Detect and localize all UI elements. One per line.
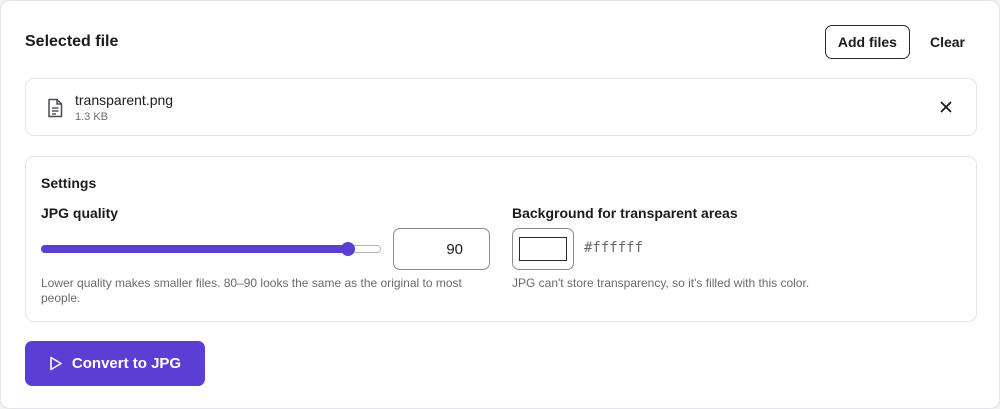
quality-slider[interactable]: [41, 242, 381, 256]
document-icon: [46, 98, 64, 118]
file-card: transparent.png 1.3 KB: [25, 78, 977, 136]
add-files-button[interactable]: Add files: [824, 25, 910, 59]
quality-slider-fill: [41, 245, 348, 253]
background-color-label: Background for transparent areas: [512, 205, 738, 221]
settings-card: Settings JPG quality Lower quality makes…: [25, 156, 977, 322]
page-title: Selected file: [25, 33, 119, 50]
jpg-quality-label: JPG quality: [41, 205, 119, 221]
quality-slider-thumb[interactable]: [341, 242, 355, 256]
file-size: 1.3 KB: [75, 111, 109, 123]
background-help-text: JPG can't store transparency, so it's fi…: [512, 276, 810, 290]
clear-button[interactable]: Clear: [920, 25, 975, 59]
play-icon: [50, 356, 62, 371]
quality-help-text: Lower quality makes smaller files. 80–90…: [41, 276, 462, 305]
header: Selected file Add files Clear: [25, 25, 975, 59]
convert-button-label: Convert to JPG: [71, 355, 182, 372]
quality-input[interactable]: [393, 228, 490, 270]
remove-file-button[interactable]: [938, 99, 954, 115]
close-icon: [940, 101, 952, 113]
convert-button[interactable]: Convert to JPG: [25, 341, 205, 386]
color-swatch: [519, 237, 567, 261]
background-hex-value: #ffffff: [584, 240, 644, 256]
header-actions: Add files Clear: [824, 25, 975, 59]
background-color-picker[interactable]: [512, 228, 574, 270]
converter-panel: Selected file Add files Clear transparen…: [0, 0, 1000, 409]
file-name: transparent.png: [75, 92, 174, 108]
settings-title: Settings: [41, 175, 97, 191]
